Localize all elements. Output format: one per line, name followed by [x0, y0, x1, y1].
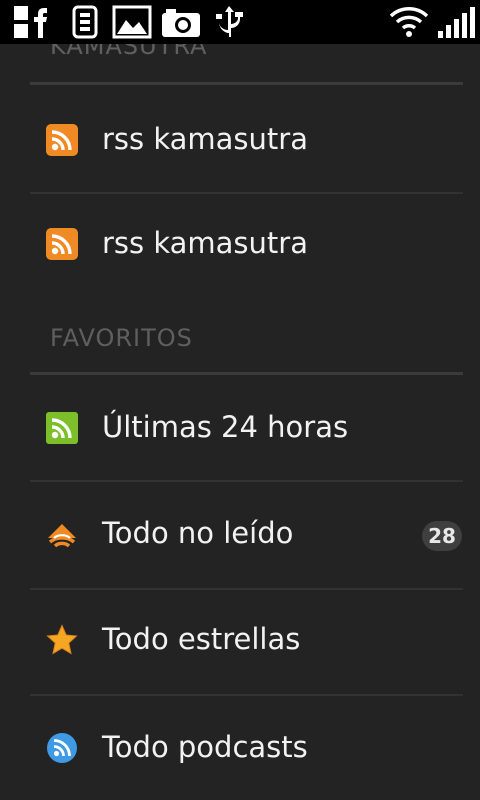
feed-item-rss-kamasutra[interactable]: rss kamasutra	[0, 90, 480, 194]
section-divider	[30, 372, 463, 375]
feed-item-rss-kamasutra[interactable]: rss kamasutra	[0, 194, 480, 298]
feed-item-label: Todo no leído	[102, 516, 294, 550]
signal-icon	[438, 7, 475, 38]
section-header-favoritos: FAVORITOS	[50, 324, 193, 352]
podcast-icon	[47, 733, 77, 763]
usb-icon	[216, 6, 243, 37]
camera-icon	[162, 9, 200, 37]
feed-item-label: rss kamasutra	[102, 226, 308, 260]
row-divider	[30, 480, 463, 482]
rss-feed-icon	[46, 124, 78, 156]
unread-icon	[48, 524, 76, 548]
rss-feed-icon	[46, 228, 78, 260]
status-bar	[0, 0, 480, 44]
facebook-icon	[14, 6, 47, 38]
feed-item-label: rss kamasutra	[102, 122, 308, 156]
gallery-icon	[112, 5, 152, 39]
section-divider	[30, 82, 463, 85]
download-icon	[72, 5, 98, 39]
unread-count-badge: 28	[422, 521, 462, 551]
wifi-icon	[389, 7, 429, 37]
feed-item-todo-no-leido[interactable]: Todo no leído 28	[0, 484, 480, 588]
feed-item-ultimas-24-horas[interactable]: Últimas 24 horas	[0, 378, 480, 482]
rss-green-icon	[46, 412, 78, 444]
feed-item-label: Todo estrellas	[102, 622, 301, 656]
feed-item-todo-podcasts[interactable]: Todo podcasts	[0, 698, 480, 800]
feed-list: KAMASUTRA rss kamasutra rss kamasutra FA…	[0, 44, 480, 800]
feed-item-todo-estrellas[interactable]: Todo estrellas	[0, 590, 480, 694]
feed-item-label: Todo podcasts	[102, 730, 308, 764]
row-divider	[30, 694, 463, 696]
star-icon	[46, 624, 78, 655]
section-header-kamasutra: KAMASUTRA	[50, 44, 208, 60]
feed-item-label: Últimas 24 horas	[102, 410, 349, 444]
